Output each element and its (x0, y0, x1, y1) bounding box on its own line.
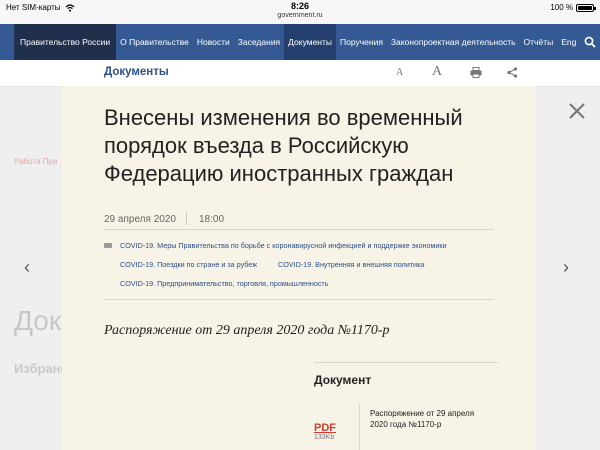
carousel-next-icon[interactable]: › (563, 257, 569, 278)
tag-link[interactable]: COVID-19. Предпринимательство, торговля,… (120, 279, 328, 288)
nav-item-government[interactable]: Правительство России (14, 24, 117, 60)
battery-percent: 100 % (550, 3, 573, 12)
tag-link[interactable]: COVID-19. Внутренняя и внешняя политика (278, 260, 424, 269)
tag-link[interactable]: COVID-19. Меры Правительства по борьбе с… (120, 241, 447, 250)
print-icon[interactable] (470, 67, 482, 78)
nav-item-meetings[interactable]: Заседания (234, 24, 284, 60)
nav-item-about[interactable]: О Правительстве (116, 24, 193, 60)
search-icon (584, 36, 596, 48)
font-decrease-button[interactable]: A (396, 67, 403, 78)
nav-item-legislation[interactable]: Законопроектная деятельность (387, 24, 520, 60)
nav-item-english[interactable]: Eng (557, 24, 580, 60)
section-title[interactable]: Документы (104, 66, 169, 78)
document-block: Документ (314, 362, 498, 387)
status-bar: Нет SIM-карты 8:26 government.ru 100 % (0, 0, 600, 24)
meta-divider (186, 212, 187, 225)
nav-item-reports[interactable]: Отчёты (520, 24, 558, 60)
article-tags: COVID-19. Меры Правительства по борьбе с… (104, 237, 494, 300)
main-nav: Правительство России О Правительстве Нов… (0, 24, 600, 60)
article-meta: 29 апреля 2020 18:00 (104, 207, 494, 230)
clock: 8:26 (290, 1, 309, 11)
folder-icon (104, 243, 112, 248)
pdf-link[interactable]: PDF (314, 422, 336, 434)
decree-title: Распоряжение от 29 апреля 2020 года №117… (104, 323, 390, 338)
url-domain[interactable]: government.ru (0, 12, 600, 19)
font-increase-button[interactable]: A (432, 64, 442, 80)
document-divider (359, 404, 360, 450)
nav-item-documents[interactable]: Документы (284, 24, 336, 60)
nav-item-orders[interactable]: Поручения (336, 24, 387, 60)
pdf-download[interactable]: PDF 133Kb (314, 422, 336, 441)
status-center: 8:26 government.ru (0, 1, 600, 19)
nav-item-news[interactable]: Новости (193, 24, 234, 60)
article-date: 29 апреля 2020 (104, 214, 176, 225)
close-icon[interactable] (566, 100, 588, 122)
document-name[interactable]: Распоряжение от 29 апреля 2020 года №117… (370, 408, 490, 430)
document-modal: Внесены изменения во временный порядок в… (62, 86, 536, 450)
article-headline: Внесены изменения во временный порядок в… (104, 105, 463, 186)
search-button[interactable] (580, 24, 600, 60)
background-subheading: Избранн (14, 361, 69, 376)
document-label: Документ (314, 373, 372, 387)
article-time: 18:00 (199, 214, 225, 225)
section-header: Документы A A (0, 60, 600, 87)
background-link: Работа Пра (14, 157, 58, 166)
carousel-prev-icon[interactable]: ‹ (24, 257, 30, 278)
pdf-size: 133Kb (314, 434, 335, 441)
status-right: 100 % (550, 3, 596, 12)
tag-link[interactable]: COVID-19. Поездки по стране и за рубеж (120, 260, 257, 269)
battery-icon (576, 3, 596, 12)
share-icon[interactable] (507, 67, 518, 78)
